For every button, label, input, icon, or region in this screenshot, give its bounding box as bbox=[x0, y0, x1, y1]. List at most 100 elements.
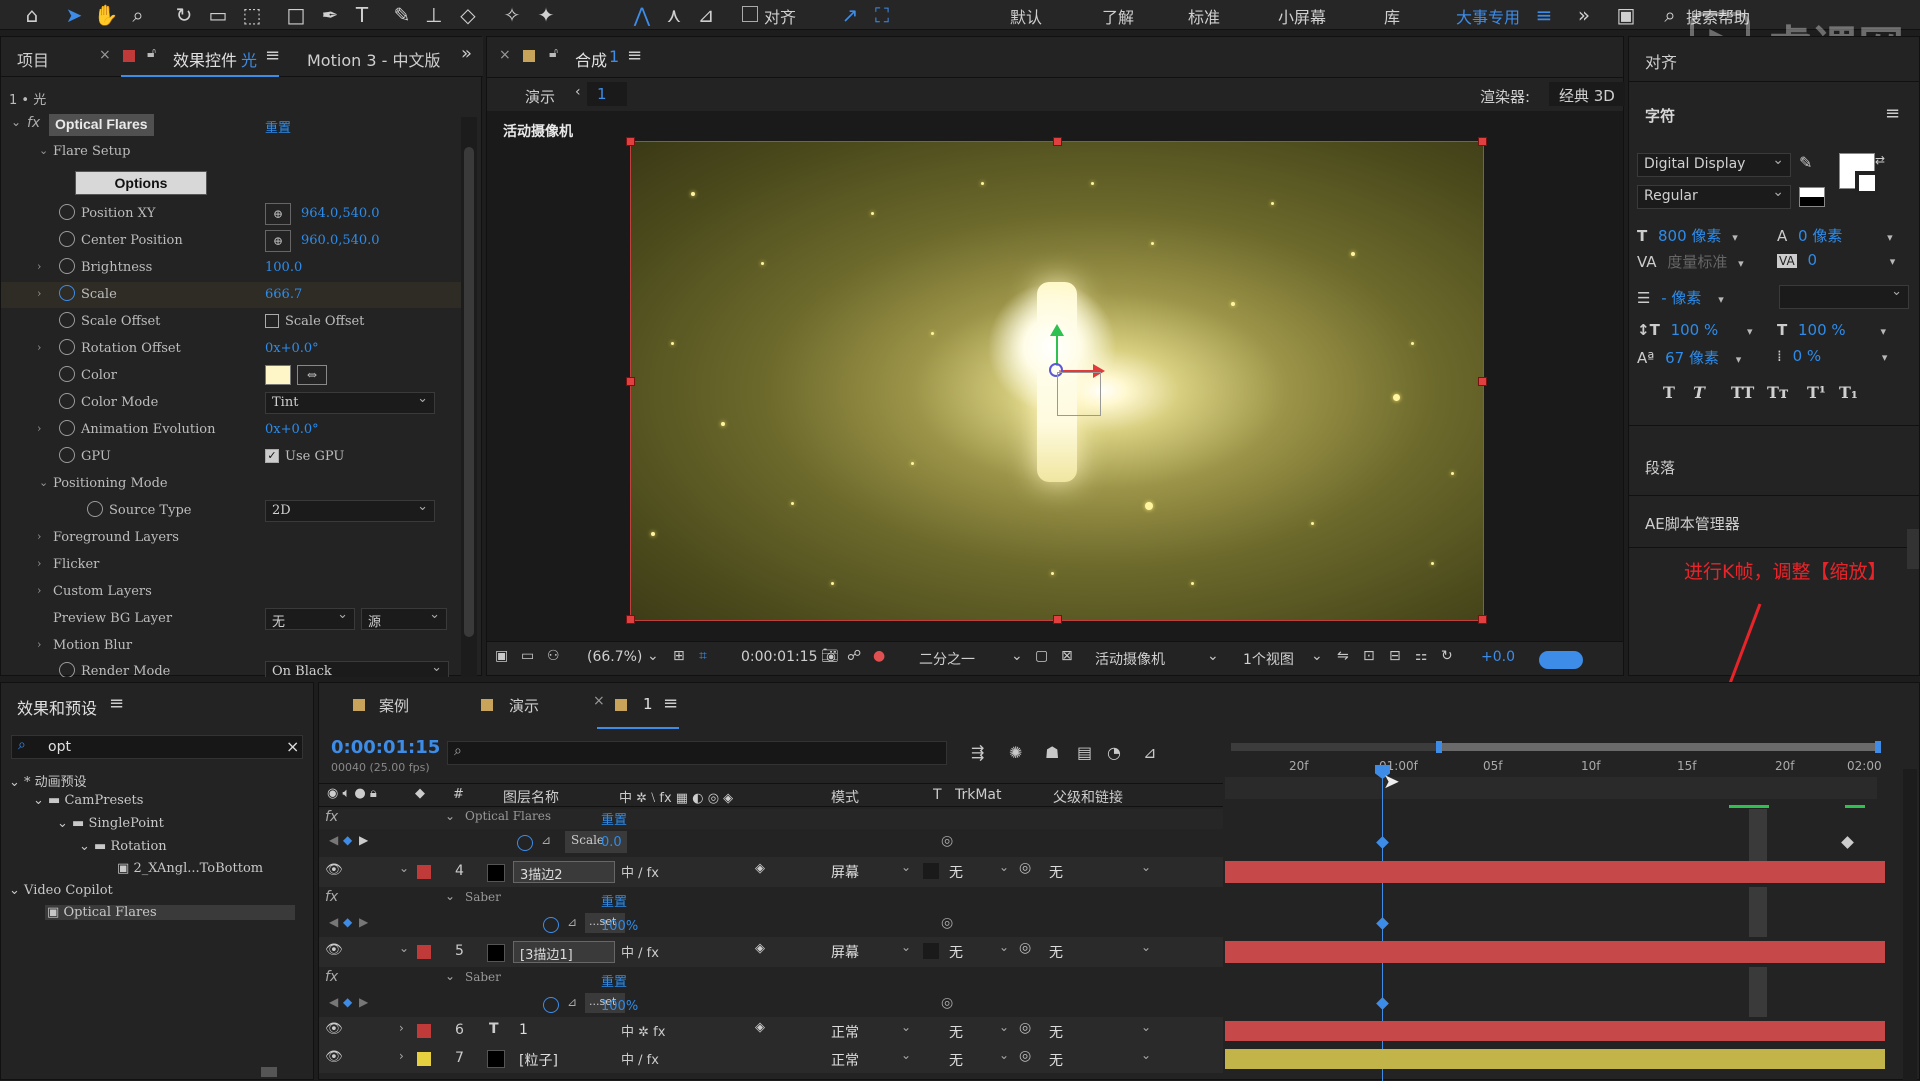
fx-icon[interactable]: fx bbox=[27, 115, 40, 131]
blend-mode-select[interactable]: 正常 bbox=[831, 1050, 859, 1070]
layer-bar[interactable] bbox=[1225, 1049, 1885, 1069]
stroke-width-value[interactable]: - 像素 bbox=[1661, 289, 1701, 307]
clone-stamp-icon[interactable]: ⊥ bbox=[420, 0, 448, 30]
trkmat-select[interactable]: 无 bbox=[949, 1022, 963, 1042]
zoom-select[interactable]: (66.7%) bbox=[587, 649, 642, 665]
exposure-value[interactable]: +0.0 bbox=[1481, 649, 1515, 665]
home-icon[interactable]: ⌂ bbox=[18, 0, 46, 30]
layer-switches-icons[interactable]: 中 ∕ fx bbox=[621, 1049, 659, 1068]
chevron-down-icon[interactable]: ⌄ bbox=[445, 809, 455, 823]
selection-tool-icon[interactable]: ➤ bbox=[60, 0, 88, 30]
fx-icon[interactable]: fx bbox=[325, 889, 338, 905]
snap-options-icon[interactable]: ⛶ bbox=[868, 0, 896, 30]
always-preview-icon[interactable]: ▣ bbox=[495, 642, 508, 670]
stopwatch-icon[interactable] bbox=[59, 339, 75, 355]
chevron-down-icon[interactable]: ⌄ bbox=[999, 1020, 1009, 1034]
transform-handle[interactable] bbox=[626, 137, 635, 146]
prop-value[interactable]: 0.0 bbox=[601, 835, 622, 850]
chevron-right-icon[interactable]: › bbox=[37, 422, 41, 435]
chevron-down-icon[interactable]: ▾ bbox=[1738, 257, 1744, 270]
position-xy-value[interactable]: 964.0,540.0 bbox=[301, 206, 380, 221]
tracking-value[interactable]: 0 bbox=[1807, 251, 1817, 269]
stroke-color-swatch[interactable] bbox=[1855, 171, 1879, 195]
tree-item-video-copilot[interactable]: ⌄ Video Copilot bbox=[9, 883, 113, 898]
tree-item-rotation[interactable]: ⌄ ▬ Rotation bbox=[79, 839, 167, 854]
stopwatch-icon[interactable] bbox=[59, 420, 75, 436]
gpu-checkbox[interactable]: ✓ bbox=[265, 449, 279, 463]
show-snapshot-icon[interactable]: ☍ bbox=[847, 642, 861, 670]
expression-pickwhip-icon[interactable]: ◎ bbox=[941, 995, 953, 1011]
blend-mode-select[interactable]: 正常 bbox=[831, 1022, 859, 1042]
rotate-tool-icon[interactable]: ↻ bbox=[170, 0, 198, 30]
preserve-transparency-toggle[interactable] bbox=[923, 863, 939, 879]
workspace-learn[interactable]: 了解 bbox=[1102, 4, 1134, 28]
grid-icon[interactable]: ⌗ bbox=[699, 642, 707, 670]
chevron-down-icon[interactable]: ⌄ bbox=[901, 1048, 911, 1062]
panel-menu-icon[interactable]: ≡ bbox=[265, 45, 280, 66]
visibility-eye-icon[interactable]: 👁︎ bbox=[325, 862, 343, 878]
renderer-value[interactable]: 经典 3D bbox=[1549, 82, 1625, 106]
preserve-transparency-toggle[interactable] bbox=[923, 943, 939, 959]
keyframe-diamond[interactable] bbox=[1841, 836, 1854, 849]
mode-header[interactable]: 模式 bbox=[831, 787, 859, 807]
stopwatch-active-icon[interactable] bbox=[59, 285, 75, 301]
baseline-value[interactable]: 67 像素 bbox=[1665, 349, 1719, 367]
superscript-button[interactable]: T¹ bbox=[1807, 383, 1826, 402]
comp-flowchart-icon[interactable]: ⇶ bbox=[971, 739, 984, 767]
shy-icon[interactable]: ☗ bbox=[1045, 739, 1059, 767]
source-type-select[interactable]: 2D bbox=[265, 499, 435, 522]
close-tab-icon[interactable]: × bbox=[99, 47, 111, 63]
stopwatch-icon[interactable] bbox=[59, 662, 75, 677]
breadcrumb-parent[interactable]: 演示 bbox=[525, 86, 555, 107]
layer-switches-icons[interactable]: 中 ∕ fx bbox=[621, 942, 659, 961]
layer-name[interactable]: 1 bbox=[519, 1022, 528, 1038]
local-axis-icon[interactable]: ⋀ bbox=[628, 0, 656, 30]
roi-icon[interactable]: ▢ bbox=[1035, 642, 1048, 670]
chevron-down-icon[interactable]: ⌄ bbox=[39, 144, 48, 157]
chevron-down-icon[interactable]: ⌄ bbox=[39, 476, 48, 489]
work-area-range[interactable] bbox=[1441, 743, 1879, 751]
trkmat-header[interactable]: TrkMat bbox=[955, 787, 1002, 803]
workspace-default[interactable]: 默认 bbox=[1010, 4, 1042, 28]
horizontal-scale-value[interactable]: 100 % bbox=[1798, 321, 1846, 339]
pan-behind-tool-icon[interactable]: ⬚ bbox=[238, 0, 266, 30]
viewer-timecode[interactable]: 0:00:01:15 bbox=[741, 649, 818, 665]
panel-scroll-handle[interactable] bbox=[1907, 529, 1919, 569]
graph-icon[interactable]: ⊿ bbox=[567, 995, 577, 1009]
layer-switches-icons[interactable]: 中 ✲ fx bbox=[621, 1021, 665, 1040]
workspace-active[interactable]: 大事专用 bbox=[1456, 4, 1520, 28]
parent-select[interactable]: 无 bbox=[1049, 1050, 1063, 1070]
panel-menu-icon[interactable]: ≡ bbox=[627, 45, 642, 66]
chevron-right-icon[interactable]: › bbox=[37, 260, 41, 273]
parent-pickwhip-icon[interactable]: ◎ bbox=[1019, 1048, 1031, 1064]
stopwatch-icon[interactable] bbox=[59, 366, 75, 382]
keyframe-diamond[interactable] bbox=[1376, 917, 1389, 930]
blend-mode-select[interactable]: 屏幕 bbox=[831, 862, 859, 882]
chevron-down-icon[interactable]: ⌄ bbox=[1141, 1020, 1151, 1034]
script-manager-tab[interactable]: AE脚本管理器 bbox=[1645, 513, 1740, 534]
monitor-icon[interactable]: ▭ bbox=[521, 642, 534, 670]
tab-effect-layer[interactable]: 光 bbox=[241, 47, 257, 71]
scale-value[interactable]: 666.7 bbox=[265, 287, 302, 302]
timeline-layer-row[interactable]: 👁︎ ⌄ 4 3描边2 中 ∕ fx ◈ 屏幕 ⌄ 无 ⌄ ◎ 无 ⌄ bbox=[319, 857, 1223, 887]
chevron-right-icon[interactable]: › bbox=[37, 530, 41, 543]
tree-item-preset[interactable]: ▣ 2_XAngl...ToBottom bbox=[117, 861, 263, 876]
hand-tool-icon[interactable]: ✋ bbox=[92, 0, 120, 30]
transform-handle[interactable] bbox=[1478, 377, 1487, 386]
breadcrumb-arrow-icon[interactable]: ‹ bbox=[575, 84, 581, 100]
chevron-right-icon[interactable]: › bbox=[37, 341, 41, 354]
chevron-down-icon[interactable]: ⌄ bbox=[1207, 642, 1219, 670]
chevron-down-icon[interactable]: ▾ bbox=[1718, 293, 1724, 306]
font-family-select[interactable]: Digital Display bbox=[1637, 152, 1791, 177]
preview-bg-source-select[interactable]: 源 bbox=[361, 607, 447, 630]
chevron-right-icon[interactable]: › bbox=[37, 584, 41, 597]
options-button[interactable]: Options bbox=[75, 171, 207, 195]
layer-switches-icons[interactable]: 中 ∕ fx bbox=[621, 862, 659, 881]
fit-icon[interactable]: ⊞ bbox=[673, 642, 685, 670]
chevron-right-icon[interactable]: › bbox=[37, 557, 41, 570]
lock-icon[interactable]: 🔓︎ bbox=[147, 45, 156, 61]
next-keyframe-icon[interactable]: ▶ bbox=[359, 833, 368, 847]
transform-handle[interactable] bbox=[626, 377, 635, 386]
layer-name[interactable]: 3描边2 bbox=[513, 861, 615, 883]
parent-select[interactable]: 无 bbox=[1049, 862, 1063, 882]
